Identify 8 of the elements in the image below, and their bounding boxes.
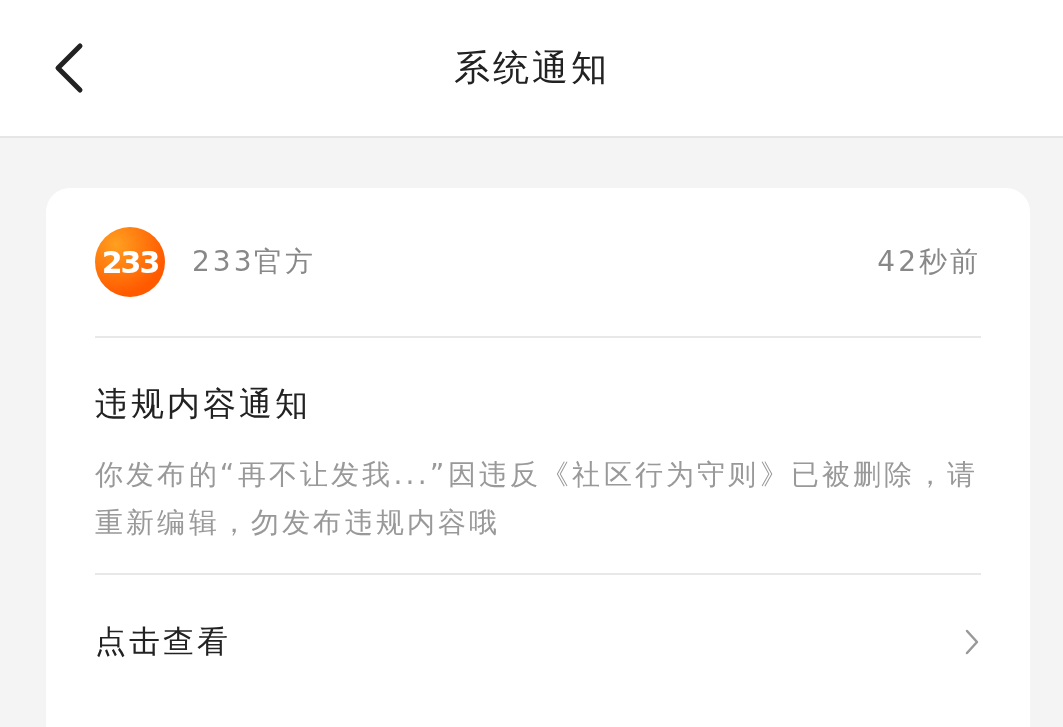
sender-name: 233官方 — [192, 244, 317, 280]
view-link[interactable]: 点击查看 — [95, 575, 981, 709]
notification-title: 违规内容通知 — [95, 383, 312, 425]
timestamp: 42秒前 — [877, 244, 981, 280]
avatar-logo: 233 — [95, 227, 165, 297]
chevron-right-icon — [963, 627, 981, 657]
notification-body: 你发布的“再不让发我...”因违反《社区行为守则》已被删除，请重新编辑，勿发布违规内容哦 — [95, 451, 981, 575]
page-title: 系统通知 — [453, 45, 610, 90]
